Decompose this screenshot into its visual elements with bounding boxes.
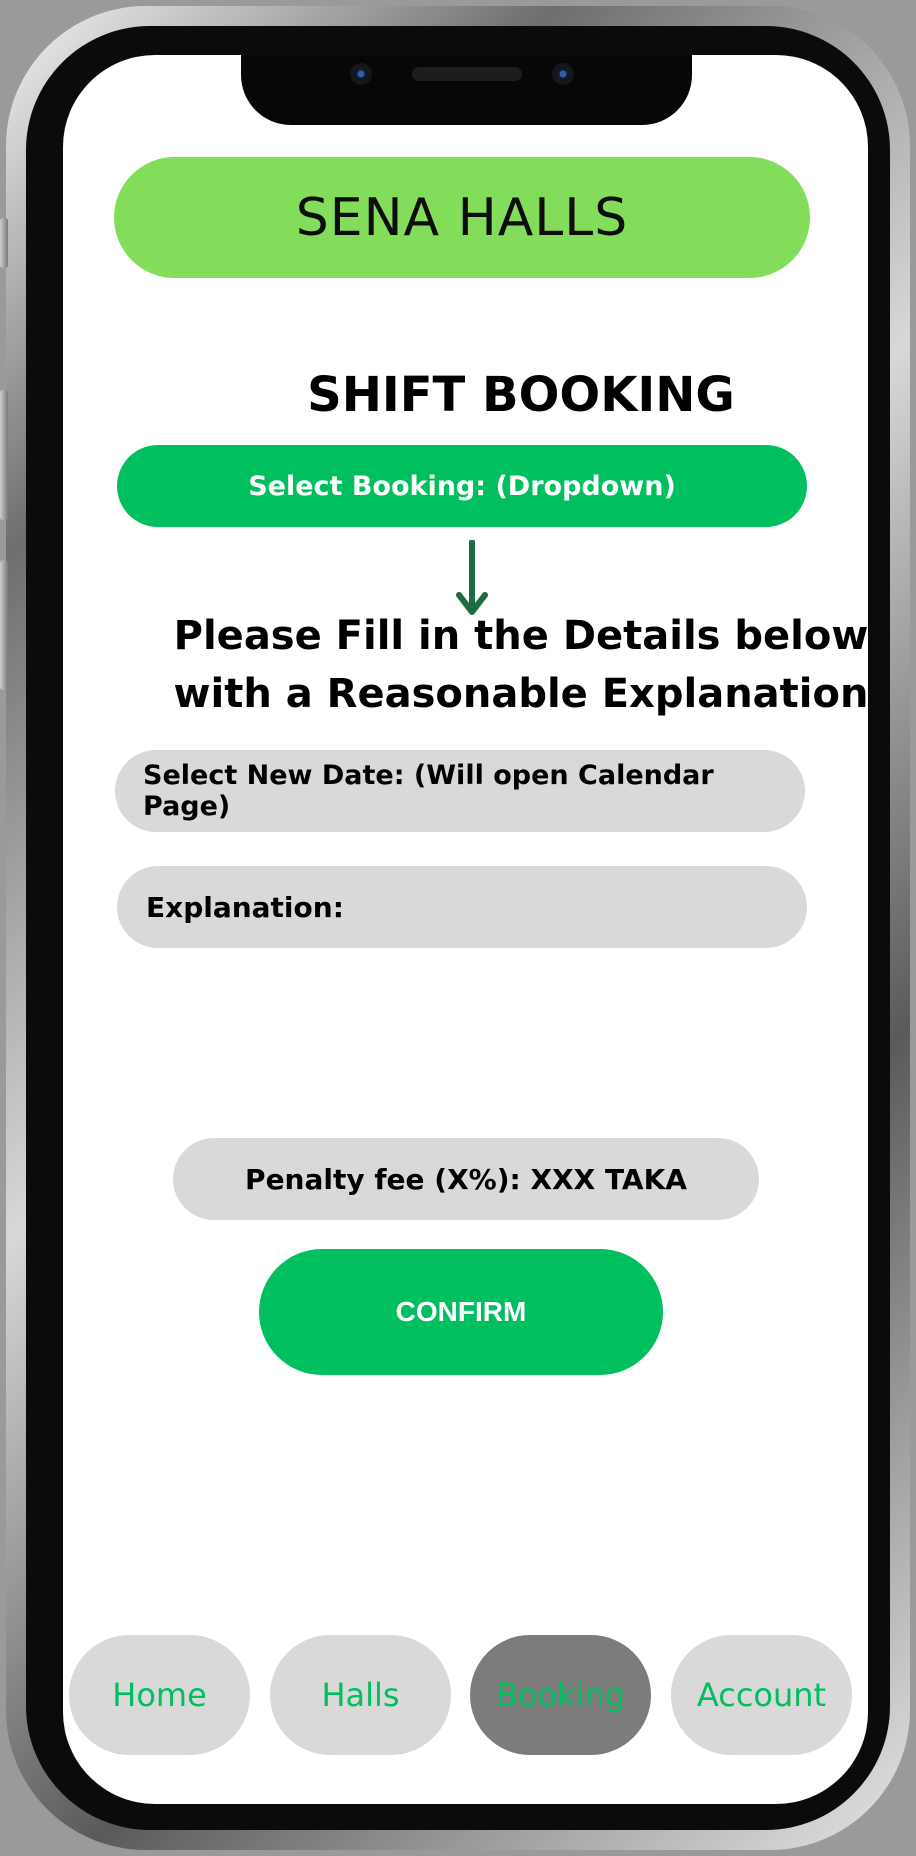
side-button-volume-down [0,560,8,690]
instructions-line-1: Please Fill in the Details below [173,613,868,659]
nav-account-label: Account [696,1676,827,1714]
nav-account-button[interactable]: Account [671,1635,852,1755]
select-booking-label: Select Booking: (Dropdown) [248,470,676,502]
nav-halls-button[interactable]: Halls [270,1635,451,1755]
sensor-icon [552,63,574,85]
nav-booking-button[interactable]: Booking [470,1635,651,1755]
nav-home-label: Home [112,1676,207,1714]
app-title: SENA HALLS [295,187,629,248]
instructions-text: Please Fill in the Details below with a … [121,607,868,723]
phone-screen: SENA HALLS SHIFT BOOKING Select Booking:… [63,55,868,1804]
side-button-mute [0,218,8,268]
explanation-input[interactable]: Explanation: [117,866,807,948]
select-new-date-field[interactable]: Select New Date: (Will open Calendar Pag… [115,750,805,832]
speaker-grille [412,67,522,81]
instructions-line-2: with a Reasonable Explanation [173,671,868,717]
nav-booking-label: Booking [495,1676,626,1714]
confirm-button[interactable]: CONFIRM [259,1249,663,1375]
penalty-fee-text: Penalty fee (X%): XXX TAKA [245,1162,687,1196]
select-booking-dropdown[interactable]: Select Booking: (Dropdown) [117,445,807,527]
side-button-volume-up [0,390,8,520]
nav-home-button[interactable]: Home [69,1635,250,1755]
notch [241,55,692,125]
page-title: SHIFT BOOKING [307,367,735,423]
nav-halls-label: Halls [321,1676,400,1714]
date-field-label: Select New Date: (Will open Calendar Pag… [143,760,714,822]
explanation-label: Explanation: [146,890,344,924]
penalty-fee-display: Penalty fee (X%): XXX TAKA [173,1138,759,1220]
front-camera-icon [350,63,372,85]
app-title-banner: SENA HALLS [114,157,810,278]
